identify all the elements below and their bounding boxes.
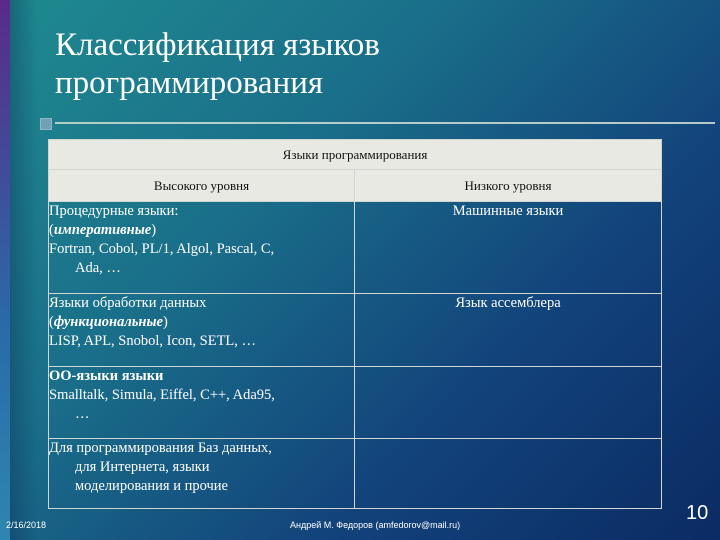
cell-text: Процедурные языки: xyxy=(49,203,179,219)
table-row: Процедурные языки: (императивные) Fortra… xyxy=(48,201,663,294)
page-number: 10 xyxy=(686,502,709,524)
cell-empty xyxy=(353,438,663,509)
column-header-low: Низкого уровня xyxy=(353,169,663,202)
cell-empty xyxy=(353,366,663,439)
table-row: Для программирования Баз данных, для Инт… xyxy=(48,438,663,509)
cell-text: Для программирования Баз данных, xyxy=(49,440,272,456)
table-header: Языки программирования xyxy=(47,139,663,170)
left-accent-stripe xyxy=(0,0,10,540)
cell-data-processing: Языки обработки данных (функциональные) … xyxy=(48,293,355,367)
cell-text: для Интернета, языки xyxy=(75,459,210,475)
cell-text: Языки обработки данных xyxy=(49,295,207,311)
title-divider xyxy=(55,122,715,124)
cell-procedural: Процедурные языки: (императивные) Fortra… xyxy=(48,201,355,294)
title-bullet-square xyxy=(40,118,52,130)
cell-text: Ada, … xyxy=(75,260,121,276)
cell-oo: ОО-языки языки Smalltalk, Simula, Eiffel… xyxy=(48,366,355,439)
cell-text: … xyxy=(75,406,90,422)
cell-italic-text: императивные xyxy=(53,222,152,238)
cell-text: LISP, APL, Snobol, Icon, SETL, … xyxy=(49,333,257,349)
left-accent-shadow xyxy=(10,0,38,540)
title-line-1: Классификация языков xyxy=(55,27,380,63)
slide-footer: Андрей М. Федоров (amfedorov@mail.ru) xyxy=(290,520,461,530)
cell-text: Fortran, Cobol, PL/1, Algol, Pascal, C, xyxy=(49,241,275,257)
paren-close: ) xyxy=(151,222,157,238)
cell-assembler: Язык ассемблера xyxy=(353,293,663,367)
cell-machine: Машинные языки xyxy=(353,201,663,294)
table-row: ОО-языки языки Smalltalk, Simula, Eiffel… xyxy=(48,366,663,439)
cell-bold-text: ОО-языки языки xyxy=(49,368,164,384)
table-row: Языки обработки данных (функциональные) … xyxy=(48,293,663,367)
cell-text: моделирования и прочие xyxy=(75,478,228,494)
paren-close: ) xyxy=(162,314,168,330)
cell-other: Для программирования Баз данных, для Инт… xyxy=(48,438,355,509)
slide-title: Классификация языков программирования xyxy=(55,26,655,102)
slide-date: 2/16/2018 xyxy=(6,520,47,530)
title-line-2: программирования xyxy=(55,65,324,101)
cell-text: Smalltalk, Simula, Eiffel, C++, Ada95, xyxy=(49,387,275,403)
column-header-high: Высокого уровня xyxy=(48,169,355,202)
cell-italic-text: функциональные xyxy=(53,314,163,330)
languages-table: Языки программирования Высокого уровня Н… xyxy=(47,139,663,509)
